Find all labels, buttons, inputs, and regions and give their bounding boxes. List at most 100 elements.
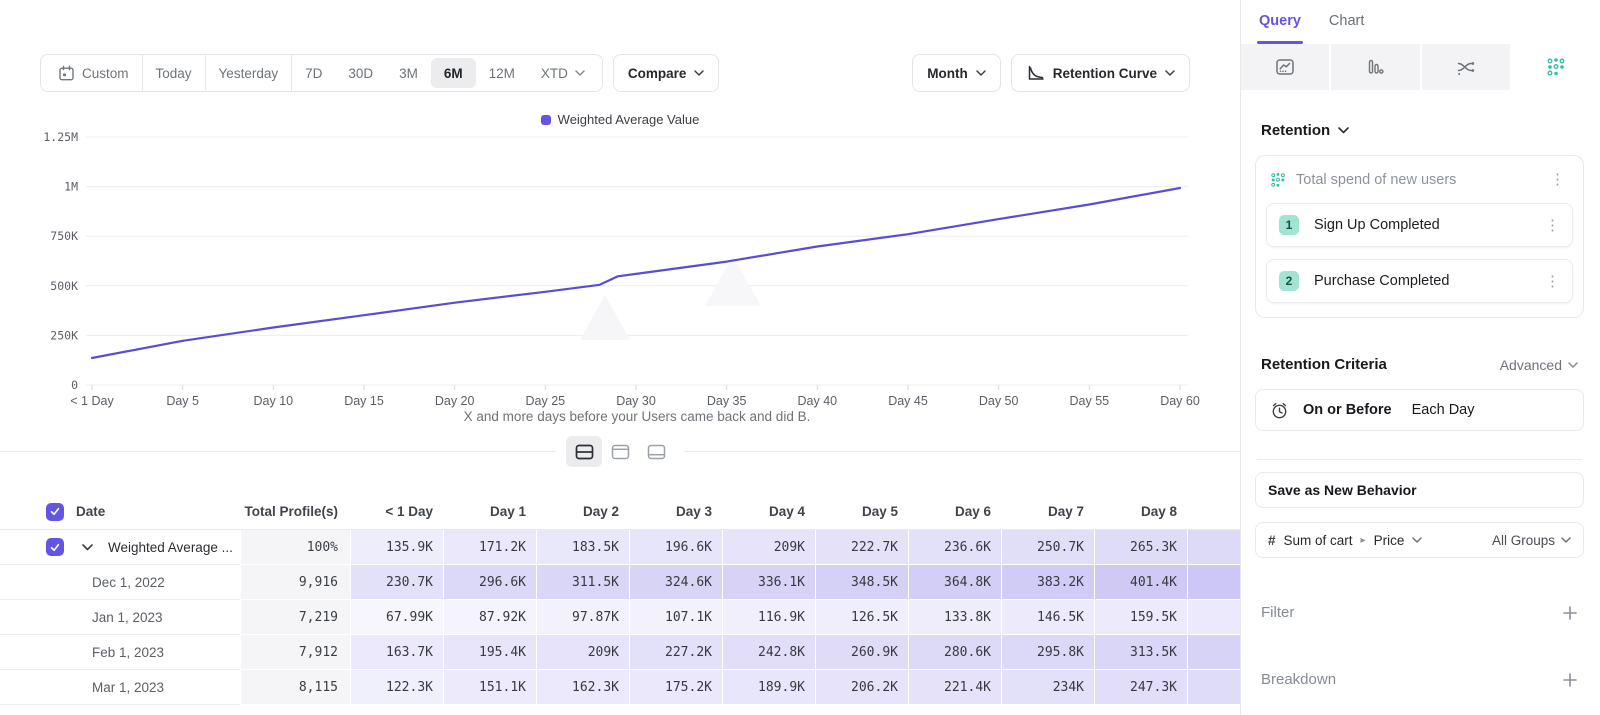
retention-cell[interactable]: 195.4K xyxy=(443,635,536,670)
retention-cell[interactable]: 336.1K xyxy=(722,565,815,600)
retention-cell[interactable]: 222.7K xyxy=(815,530,908,565)
range-label: 30D xyxy=(348,66,373,81)
retention-cell[interactable]: 234K xyxy=(1001,670,1094,705)
line-chart-icon[interactable] xyxy=(1241,44,1329,90)
retention-cell[interactable]: 296.6K xyxy=(443,565,536,600)
retention-cell[interactable]: 311.5K xyxy=(536,565,629,600)
condition-window[interactable]: Each Day xyxy=(1412,402,1475,418)
range-xtd[interactable]: XTD xyxy=(528,58,598,88)
plus-icon xyxy=(1562,672,1578,688)
save-as-new-behavior-label: Save as New Behavior xyxy=(1268,482,1417,498)
retention-cell[interactable]: 250.7K xyxy=(1001,530,1094,565)
condition-operator[interactable]: On or Before xyxy=(1303,402,1392,418)
retention-cell[interactable]: 209K xyxy=(722,530,815,565)
add-filter-button[interactable] xyxy=(1562,605,1578,621)
retention-cell[interactable]: 163.7K xyxy=(350,635,443,670)
date-range-control: CustomTodayYesterday7D 30D 3M6M12MXTD xyxy=(40,54,603,92)
retention-cell[interactable]: 107.1K xyxy=(629,600,722,635)
retention-cell[interactable]: 236.6K xyxy=(908,530,1001,565)
measure-property-dropdown[interactable]: Sum of cart xyxy=(1284,533,1353,548)
retention-cell[interactable]: 135.9K xyxy=(350,530,443,565)
retention-cell[interactable]: 280.6K xyxy=(908,635,1001,670)
save-as-new-behavior-button[interactable]: Save as New Behavior xyxy=(1255,472,1584,508)
retention-cell[interactable]: 348.5K xyxy=(815,565,908,600)
retention-cell[interactable]: 87.92K xyxy=(443,600,536,635)
retention-cell[interactable] xyxy=(1187,635,1240,670)
range-yesterday[interactable]: Yesterday xyxy=(206,54,293,92)
step-menu-icon[interactable]: ⋮ xyxy=(1541,272,1564,291)
retention-cell[interactable]: 221.4K xyxy=(908,670,1001,705)
chart-only-icon xyxy=(611,444,630,460)
retention-cell[interactable]: 313.5K xyxy=(1094,635,1187,670)
retention-cell[interactable]: 227.2K xyxy=(629,635,722,670)
range-3m[interactable]: 3M xyxy=(386,58,431,88)
retention-cell[interactable]: 146.5K xyxy=(1001,600,1094,635)
retention-dots-icon[interactable] xyxy=(1512,44,1600,90)
retention-cell[interactable]: 97.87K xyxy=(536,600,629,635)
retention-cell[interactable] xyxy=(1187,600,1240,635)
behavior-menu-icon[interactable]: ⋮ xyxy=(1546,170,1569,189)
retention-cell[interactable]: 260.9K xyxy=(815,635,908,670)
retention-cell[interactable]: 401.4K xyxy=(1094,565,1187,600)
chart-only-toggle[interactable] xyxy=(602,436,638,467)
compare-button[interactable]: Compare xyxy=(613,54,720,92)
retention-cell[interactable]: 383.2K xyxy=(1001,565,1094,600)
step-sign-up-completed[interactable]: 1 Sign Up Completed ⋮ xyxy=(1266,203,1573,247)
retention-cell[interactable]: 209K xyxy=(536,635,629,670)
retention-cell[interactable]: 116.9K xyxy=(722,600,815,635)
retention-cell[interactable]: 159.5K xyxy=(1094,600,1187,635)
step-purchase-completed[interactable]: 2 Purchase Completed ⋮ xyxy=(1266,259,1573,303)
retention-cell[interactable]: 171.2K xyxy=(443,530,536,565)
row-label: Mar 1, 2023 xyxy=(92,680,164,695)
chart-type-button[interactable]: Retention Curve xyxy=(1011,54,1190,92)
retention-cell[interactable]: 324.6K xyxy=(629,565,722,600)
header-checkbox[interactable] xyxy=(46,503,64,521)
range-today[interactable]: Today xyxy=(143,54,206,92)
row-checkbox[interactable] xyxy=(46,538,64,556)
retention-cell[interactable]: 364.8K xyxy=(908,565,1001,600)
measure-subproperty[interactable]: Price xyxy=(1374,533,1405,548)
retention-cell[interactable]: 162.3K xyxy=(536,670,629,705)
retention-cell[interactable]: 189.9K xyxy=(722,670,815,705)
criteria-mode-dropdown[interactable]: Advanced xyxy=(1500,357,1578,373)
range-12m[interactable]: 12M xyxy=(476,58,528,88)
retention-cell[interactable]: 206.2K xyxy=(815,670,908,705)
retention-cell[interactable]: 183.5K xyxy=(536,530,629,565)
retention-condition-card[interactable]: On or Before Each Day xyxy=(1255,389,1584,431)
flows-icon[interactable] xyxy=(1422,44,1510,90)
retention-cell[interactable]: 247.3K xyxy=(1094,670,1187,705)
retention-cell[interactable]: 126.5K xyxy=(815,600,908,635)
behavior-header: Total spend of new users ⋮ xyxy=(1266,168,1573,191)
granularity-button[interactable]: Month xyxy=(912,54,1000,92)
table-only-toggle[interactable] xyxy=(638,436,674,467)
retention-cell[interactable]: 242.8K xyxy=(722,635,815,670)
retention-cell[interactable]: 295.8K xyxy=(1001,635,1094,670)
retention-cell[interactable] xyxy=(1187,670,1240,705)
retention-cell[interactable]: 122.3K xyxy=(350,670,443,705)
check-icon xyxy=(49,542,61,553)
split-view-toggle[interactable] xyxy=(566,436,602,467)
bar-chart-icon[interactable] xyxy=(1331,44,1419,90)
retention-cell[interactable] xyxy=(1187,530,1240,565)
group-scope-dropdown[interactable]: All Groups xyxy=(1492,533,1571,548)
retention-cell[interactable] xyxy=(1187,565,1240,600)
retention-cell[interactable]: 133.8K xyxy=(908,600,1001,635)
range-6m[interactable]: 6M xyxy=(431,58,476,88)
step-menu-icon[interactable]: ⋮ xyxy=(1541,216,1564,235)
y-tick-label: 250K xyxy=(50,328,78,342)
range-custom[interactable]: Custom xyxy=(45,54,143,92)
range-7d[interactable]: 7D xyxy=(292,58,335,88)
divider xyxy=(1257,459,1582,460)
retention-cell[interactable]: 196.6K xyxy=(629,530,722,565)
retention-cell[interactable]: 175.2K xyxy=(629,670,722,705)
range-30d[interactable]: 30D xyxy=(335,58,386,88)
tab-query[interactable]: Query xyxy=(1259,13,1301,44)
retention-cell[interactable]: 230.7K xyxy=(350,565,443,600)
expand-chevron-icon[interactable] xyxy=(82,544,93,551)
retention-section-dropdown[interactable]: Retention xyxy=(1261,122,1584,139)
retention-cell[interactable]: 265.3K xyxy=(1094,530,1187,565)
retention-cell[interactable]: 151.1K xyxy=(443,670,536,705)
tab-chart[interactable]: Chart xyxy=(1329,13,1364,44)
add-breakdown-button[interactable] xyxy=(1562,672,1578,688)
retention-cell[interactable]: 67.99K xyxy=(350,600,443,635)
